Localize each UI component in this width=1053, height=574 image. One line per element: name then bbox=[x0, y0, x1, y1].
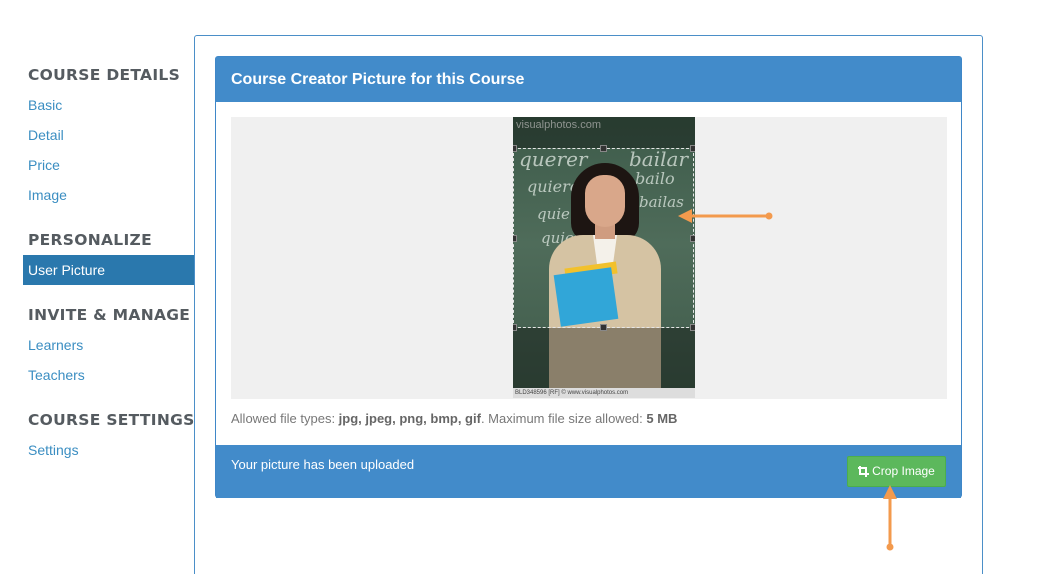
allowed-types: jpg, jpeg, png, bmp, gif bbox=[338, 411, 481, 426]
allowed-prefix: Allowed file types: bbox=[231, 411, 339, 426]
section-invite-manage: INVITE & MANAGE bbox=[28, 306, 191, 324]
sidebar: COURSE DETAILS Basic Detail Price Image … bbox=[23, 60, 195, 465]
sidebar-item-detail[interactable]: Detail bbox=[23, 120, 195, 150]
annotation-arrow-left bbox=[678, 209, 773, 223]
allowed-file-info: Allowed file types: jpg, jpeg, png, bmp,… bbox=[231, 411, 677, 426]
annotation-arrow-up bbox=[883, 485, 897, 551]
crop-mask-bottom bbox=[513, 328, 695, 388]
sidebar-item-basic[interactable]: Basic bbox=[23, 90, 195, 120]
crop-handle-ne[interactable] bbox=[690, 145, 695, 152]
sidebar-item-price[interactable]: Price bbox=[23, 150, 195, 180]
picture-card: Course Creator Picture for this Course v… bbox=[215, 56, 962, 498]
sidebar-item-settings[interactable]: Settings bbox=[23, 435, 195, 465]
crop-handle-sw[interactable] bbox=[513, 324, 517, 331]
max-size-text: . Maximum file size allowed: bbox=[480, 411, 647, 426]
upload-status: Your picture has been uploaded bbox=[231, 457, 415, 472]
crop-handle-w[interactable] bbox=[513, 235, 517, 242]
crop-handle-s[interactable] bbox=[600, 324, 607, 331]
sidebar-item-user-picture[interactable]: User Picture bbox=[23, 255, 195, 285]
sidebar-item-teachers[interactable]: Teachers bbox=[23, 360, 195, 390]
crop-image-button[interactable]: Crop Image bbox=[847, 456, 946, 487]
sidebar-item-image[interactable]: Image bbox=[23, 180, 195, 210]
section-personalize: PERSONALIZE bbox=[28, 231, 152, 249]
crop-mask-top bbox=[513, 117, 695, 148]
sidebar-item-learners[interactable]: Learners bbox=[23, 330, 195, 360]
crop-handle-e[interactable] bbox=[690, 235, 695, 242]
section-course-settings: COURSE SETTINGS bbox=[28, 411, 195, 429]
crop-stage: visualphotos.com querer bailar quiero ba… bbox=[231, 117, 947, 399]
card-title: Course Creator Picture for this Course bbox=[216, 57, 961, 102]
uploaded-photo[interactable]: visualphotos.com querer bailar quiero ba… bbox=[513, 117, 695, 398]
max-size-value: 5 MB bbox=[646, 411, 678, 426]
crop-button-label: Crop Image bbox=[872, 464, 935, 478]
section-course-details: COURSE DETAILS bbox=[28, 66, 181, 84]
crop-handle-se[interactable] bbox=[690, 324, 695, 331]
photo-caption: BLD348596 [RF] © www.visualphotos.com bbox=[513, 388, 695, 398]
crop-selection-box[interactable] bbox=[513, 145, 695, 331]
crop-handle-nw[interactable] bbox=[513, 145, 517, 152]
card-footer: Your picture has been uploaded Crop Imag… bbox=[216, 445, 961, 498]
crop-handle-n[interactable] bbox=[600, 145, 607, 152]
crop-icon bbox=[858, 466, 870, 477]
